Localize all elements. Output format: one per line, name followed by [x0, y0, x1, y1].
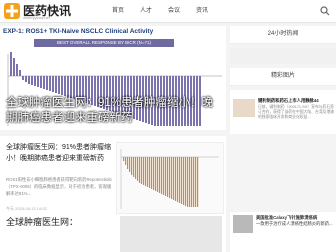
sidebar-image-strip — [230, 48, 336, 64]
site-domain: www.yykxw.net — [23, 15, 50, 20]
article-card[interactable]: 全球肿瘤医生网：91%患者肿瘤缩小！晚期肺癌患者迎来重磅新药 ROS1阳性非小细… — [0, 136, 226, 252]
news-excerpt: 日前，键利制药（300171.SH）宣布与药石签订合约，获得了该药在中国大陆、台… — [258, 105, 334, 119]
nav-item-news[interactable]: 资讯 — [188, 0, 216, 22]
site-logo[interactable]: 医药快讯 www.yykxw.net — [4, 2, 94, 20]
main-nav: 首页 人才 会议 资讯 — [104, 0, 216, 22]
article-title[interactable]: 全球肿瘤医生网：91%患者肿瘤缩小！晚期肺癌患者迎来重磅新药 — [6, 142, 112, 164]
tab-featured-images[interactable]: 精彩图片 — [230, 68, 336, 86]
hero-chart-title: EXP-1: ROS1+ TKI-Naive NSCLC Clinical Ac… — [3, 28, 154, 35]
hero-slider[interactable]: EXP-1: ROS1+ TKI-Naive NSCLC Clinical Ac… — [0, 26, 226, 130]
article-chart-image — [120, 149, 219, 209]
article-thumbnail[interactable] — [116, 142, 224, 214]
nav-item-home[interactable]: 首页 — [104, 0, 132, 22]
next-article-title[interactable]: 全球肿瘤医生网： — [6, 216, 114, 228]
article-excerpt: ROS1阳性非小细胞肺癌患者获得靶向新药Repotrectinib（TPX-00… — [6, 177, 112, 196]
logo-mark-icon — [4, 3, 20, 19]
news-thumbnail-2 — [233, 215, 253, 233]
news-excerpt-2: 一款用于治疗成人溃疡性结肠炎的新药... — [256, 221, 333, 226]
nav-item-meetings[interactable]: 会议 — [160, 0, 188, 22]
search-icon[interactable] — [320, 6, 330, 16]
top-bar: 医药快讯 www.yykxw.net 首页 人才 会议 资讯 — [0, 0, 336, 23]
nav-item-talent[interactable]: 人才 — [132, 0, 160, 22]
sidebar-news-card[interactable]: 键利制药和药石上市人用静脉44 日前，键利制药（300171.SH）宣布与药石签… — [230, 90, 336, 134]
hero-caption[interactable]: 全球肿瘤医生网：91%患者肿瘤缩小！晚期肺癌患者迎来重磅新药 — [6, 96, 220, 126]
tab-hot-news[interactable]: 24小时热闻 — [230, 26, 336, 44]
next-article-thumbnail[interactable] — [120, 216, 222, 252]
news-title: 键利制药和药石上市人用静脉44 — [258, 98, 319, 103]
sidebar: 24小时热闻 精彩图片 键利制药和药石上市人用静脉44 日前，键利制药（3001… — [230, 26, 336, 134]
sidebar-news-card-2[interactable]: 美国批准Calaxy飞针施肺溃疡病 一款用于治疗成人溃疡性结肠炎的新药... — [230, 212, 336, 252]
article-meta: 今天 2020-09-13 14:02 — [6, 206, 47, 211]
news-thumbnail — [233, 99, 255, 117]
